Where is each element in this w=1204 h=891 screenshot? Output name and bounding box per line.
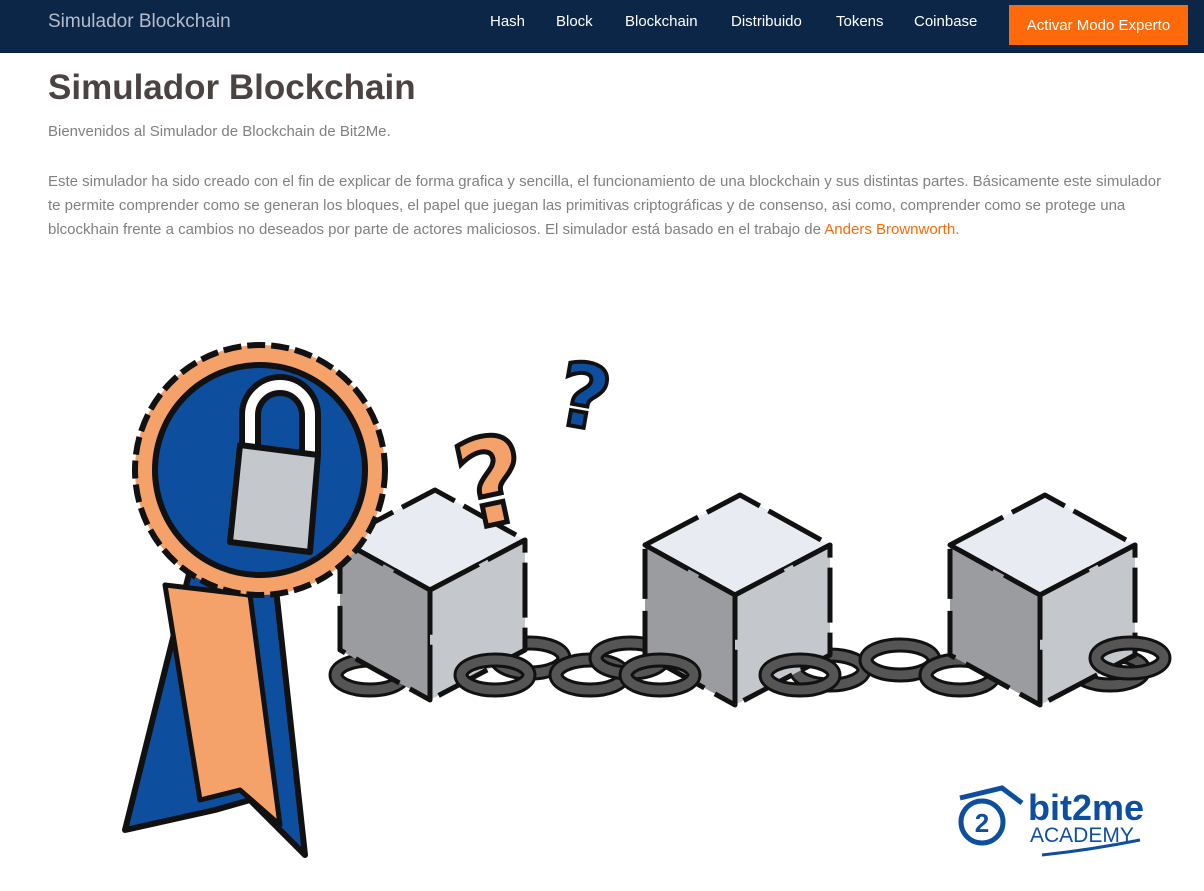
- nav-link-hash[interactable]: Hash: [490, 13, 525, 30]
- bit2me-academy-logo: 2 bit2me ACADEMY: [958, 785, 1144, 857]
- logo-name: bit2me: [1028, 787, 1144, 828]
- intro-paragraph: Este simulador ha sido creado con el fin…: [48, 170, 1168, 242]
- welcome-text: Bienvenidos al Simulador de Blockchain d…: [48, 123, 391, 140]
- nav-link-tokens[interactable]: Tokens: [836, 13, 884, 30]
- nav-link-block[interactable]: Block: [556, 13, 593, 30]
- nav-link-distribuido[interactable]: Distribuido: [731, 13, 802, 30]
- expert-mode-button[interactable]: Activar Modo Experto: [1009, 5, 1188, 45]
- intro-text: Este simulador ha sido creado con el fin…: [48, 173, 1162, 238]
- svg-text:?: ?: [550, 342, 618, 452]
- nav-link-coinbase[interactable]: Coinbase: [914, 13, 977, 30]
- question-mark-icon: ? ?: [441, 340, 620, 562]
- page-title: Simulador Blockchain: [48, 68, 416, 107]
- author-link[interactable]: Anders Brownworth.: [824, 221, 959, 238]
- top-navbar: Simulador Blockchain Hash Block Blockcha…: [0, 0, 1204, 53]
- logo-badge: 2: [975, 808, 989, 838]
- nav-link-blockchain[interactable]: Blockchain: [625, 13, 698, 30]
- blockchain-illustration: ? ? 2 bit2me ACADEMY: [122, 340, 1180, 858]
